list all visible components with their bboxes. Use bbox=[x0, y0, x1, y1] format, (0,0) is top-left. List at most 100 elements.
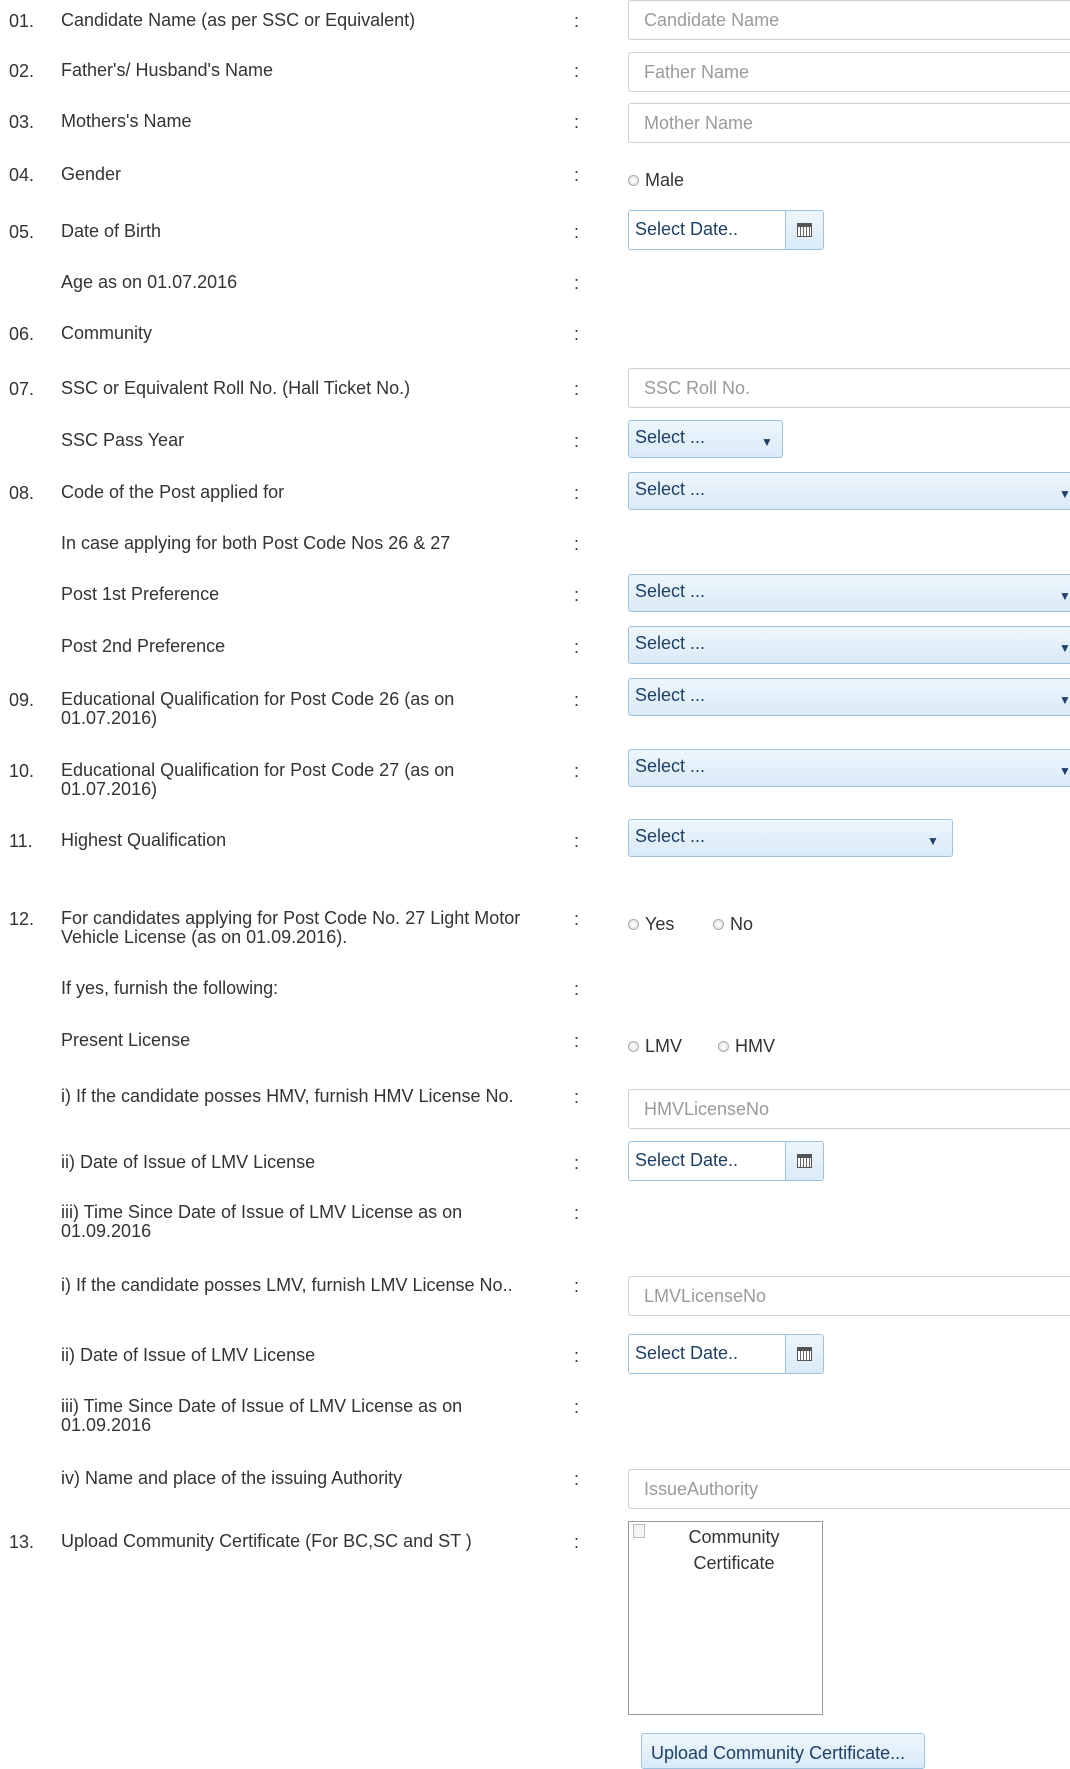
ssc-roll-input[interactable] bbox=[628, 368, 1070, 408]
license-lmv-radio[interactable]: LMV bbox=[628, 1036, 682, 1057]
hmv-time-since-label: iii) Time Since Date of Issue of LMV Lic… bbox=[61, 1202, 463, 1241]
row-number: 07. bbox=[9, 379, 35, 399]
hmv-issue-date-value: Select Date.. bbox=[635, 1150, 739, 1170]
caret-down-icon: ▼ bbox=[1059, 641, 1070, 655]
issuing-authority-label: iv) Name and place of the issuing Author… bbox=[61, 1468, 403, 1488]
post-pref2-select[interactable]: Select ... ▼ bbox=[628, 626, 1070, 664]
colon: : bbox=[574, 1153, 580, 1173]
issuing-authority-input[interactable] bbox=[628, 1469, 1070, 1509]
ssc-year-label: SSC Pass Year bbox=[61, 430, 185, 450]
candidate-name-label: Candidate Name (as per SSC or Equivalent… bbox=[61, 10, 416, 30]
gender-male-label: Male bbox=[645, 170, 685, 190]
highest-qual-select[interactable]: Select ... ▼ bbox=[628, 819, 953, 857]
edu-qual-26-select[interactable]: Select ... ▼ bbox=[628, 678, 1070, 716]
caret-down-icon: ▼ bbox=[761, 435, 773, 449]
community-label: Community bbox=[61, 323, 153, 343]
colon: : bbox=[574, 761, 580, 781]
colon: : bbox=[574, 483, 580, 503]
gender-male-radio[interactable]: Male bbox=[628, 170, 684, 191]
community-certificate-alt-text: Community Certificate bbox=[688, 1527, 780, 1573]
row-number: 08. bbox=[9, 483, 35, 503]
dob-label: Date of Birth bbox=[61, 221, 162, 241]
lmv-yes-radio[interactable]: Yes bbox=[628, 914, 674, 935]
row-number: 12. bbox=[9, 909, 35, 929]
colon: : bbox=[574, 1031, 580, 1051]
colon: : bbox=[574, 112, 580, 132]
colon: : bbox=[574, 431, 580, 451]
ssc-roll-label: SSC or Equivalent Roll No. (Hall Ticket … bbox=[61, 378, 411, 398]
radio-circle-icon bbox=[718, 1041, 729, 1052]
colon: : bbox=[574, 1397, 580, 1417]
calendar-icon bbox=[797, 1154, 812, 1168]
post-pref1-label: Post 1st Preference bbox=[61, 584, 220, 604]
post-pref1-select[interactable]: Select ... ▼ bbox=[628, 574, 1070, 612]
father-name-label: Father's/ Husband's Name bbox=[61, 60, 273, 80]
upload-community-certificate-button[interactable]: Upload Community Certificate... bbox=[641, 1733, 925, 1769]
colon: : bbox=[574, 1469, 580, 1489]
hmv-issue-date-label: ii) Date of Issue of LMV License bbox=[61, 1152, 316, 1172]
hmv-calendar-button[interactable] bbox=[785, 1142, 823, 1180]
colon: : bbox=[574, 324, 580, 344]
age-label: Age as on 01.07.2016 bbox=[61, 272, 238, 292]
row-number: 02. bbox=[9, 61, 35, 81]
edu-qual-27-select[interactable]: Select ... ▼ bbox=[628, 749, 1070, 787]
edu-qual-26-value: Select ... bbox=[635, 685, 706, 705]
row-number: 06. bbox=[9, 324, 35, 344]
radio-circle-icon bbox=[628, 1041, 639, 1052]
post-code-value: Select ... bbox=[635, 479, 706, 499]
edu-qual-27-value: Select ... bbox=[635, 756, 706, 776]
colon: : bbox=[574, 165, 580, 185]
dob-date-value: Select Date.. bbox=[635, 219, 739, 239]
ssc-year-value: Select ... bbox=[635, 427, 706, 447]
post-pref2-value: Select ... bbox=[635, 633, 706, 653]
edu-qual-27-label: Educational Qualification for Post Code … bbox=[61, 760, 455, 799]
community-cert-label: Upload Community Certificate (For BC,SC … bbox=[61, 1531, 472, 1551]
broken-image-icon bbox=[633, 1524, 645, 1538]
lmv-license-no-input[interactable] bbox=[628, 1276, 1070, 1316]
row-number: 10. bbox=[9, 761, 35, 781]
row-number: 01. bbox=[9, 11, 35, 31]
radio-circle-icon bbox=[628, 919, 639, 930]
row-number: 11. bbox=[9, 831, 33, 851]
candidate-name-input[interactable] bbox=[628, 0, 1070, 40]
father-name-input[interactable] bbox=[628, 52, 1070, 92]
post-pref2-label: Post 2nd Preference bbox=[61, 636, 226, 656]
colon: : bbox=[574, 11, 580, 31]
colon: : bbox=[574, 1087, 580, 1107]
colon: : bbox=[574, 1532, 580, 1552]
row-number: 04. bbox=[9, 165, 35, 185]
calendar-icon bbox=[797, 1347, 812, 1361]
gender-label: Gender bbox=[61, 164, 122, 184]
lmv-no-radio[interactable]: No bbox=[713, 914, 753, 935]
lmv-issue-date-label: ii) Date of Issue of LMV License bbox=[61, 1345, 316, 1365]
colon: : bbox=[574, 379, 580, 399]
edu-qual-26-label: Educational Qualification for Post Code … bbox=[61, 689, 455, 728]
mother-name-input[interactable] bbox=[628, 103, 1070, 143]
colon: : bbox=[574, 273, 580, 293]
colon: : bbox=[574, 637, 580, 657]
hmv-issue-datepicker[interactable]: Select Date.. bbox=[628, 1141, 824, 1181]
lmv-calendar-button[interactable] bbox=[785, 1335, 823, 1373]
colon: : bbox=[574, 534, 580, 554]
hmv-license-no-input[interactable] bbox=[628, 1089, 1070, 1129]
radio-circle-icon bbox=[628, 175, 639, 186]
caret-down-icon: ▼ bbox=[1059, 693, 1070, 707]
community-certificate-image: Community Certificate bbox=[628, 1521, 823, 1715]
post-code-select[interactable]: Select ... ▼ bbox=[628, 472, 1070, 510]
row-number: 03. bbox=[9, 112, 35, 132]
colon: : bbox=[574, 1203, 580, 1223]
colon: : bbox=[574, 979, 580, 999]
license-hmv-radio[interactable]: HMV bbox=[718, 1036, 775, 1057]
dob-calendar-button[interactable] bbox=[785, 211, 823, 249]
caret-down-icon: ▼ bbox=[927, 834, 939, 848]
license-lmv-label: LMV bbox=[645, 1036, 683, 1056]
ssc-year-select[interactable]: Select ... ▼ bbox=[628, 420, 783, 458]
colon: : bbox=[574, 222, 580, 242]
lmv-issue-datepicker[interactable]: Select Date.. bbox=[628, 1334, 824, 1374]
lmv-time-since-label: iii) Time Since Date of Issue of LMV Lic… bbox=[61, 1396, 463, 1435]
colon: : bbox=[574, 1276, 580, 1296]
radio-circle-icon bbox=[713, 919, 724, 930]
highest-qual-label: Highest Qualification bbox=[61, 830, 227, 850]
highest-qual-value: Select ... bbox=[635, 826, 706, 846]
dob-datepicker[interactable]: Select Date.. bbox=[628, 210, 824, 250]
